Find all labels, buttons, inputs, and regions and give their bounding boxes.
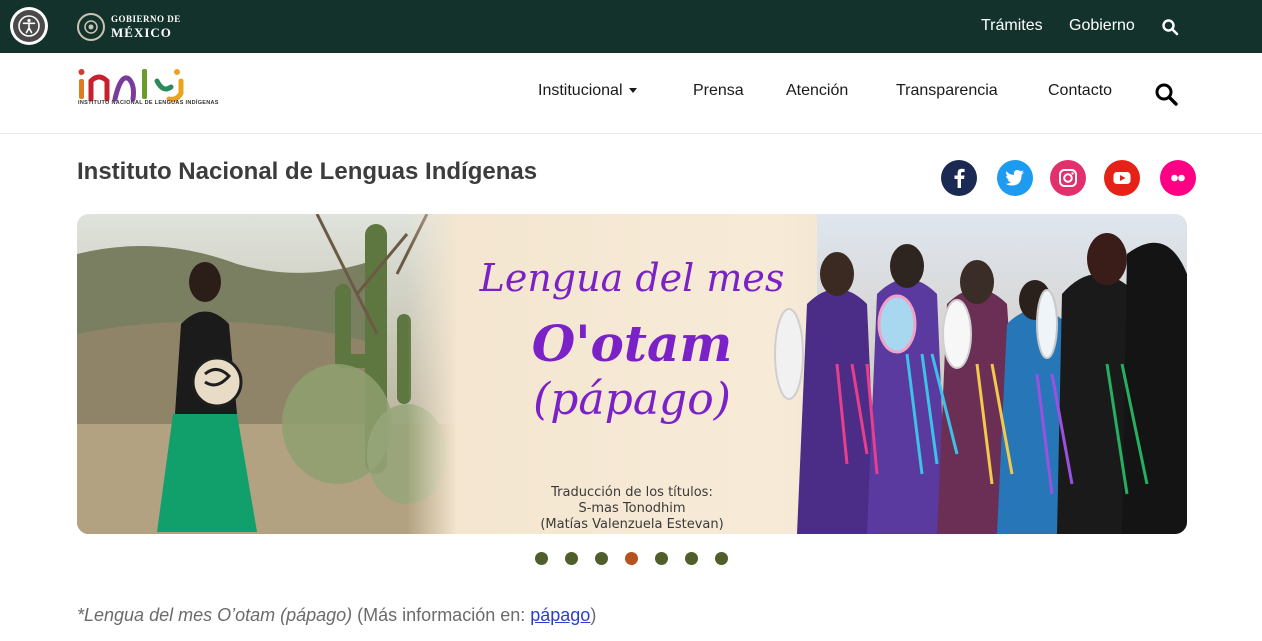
banner-credit-line3: (Matías Valenzuela Estevan) [540,517,724,532]
nav-prensa[interactable]: Prensa [693,82,744,100]
gobierno-link[interactable]: Gobierno [1069,17,1135,35]
carousel-dot[interactable] [625,552,638,565]
caption-italic: *Lengua del mes O’otam (pápago) [77,605,353,625]
carousel-dot[interactable] [535,552,548,565]
nav-transparencia[interactable]: Transparencia [896,82,998,100]
banner-language: O'otam [531,314,733,373]
carousel-dot[interactable] [715,552,728,565]
caret-down-icon [628,88,637,94]
caption-prefix: (Más información en: [352,605,531,625]
carousel-indicators [535,552,728,565]
banner-heading: Lengua del mes [479,256,785,300]
accessibility-icon [13,10,45,42]
government-top-bar: GOBIERNO DE MÉXICO Trámites Gobierno [0,0,1262,53]
search-icon[interactable] [1161,18,1179,41]
instagram-icon[interactable] [1050,160,1086,196]
gobierno-mexico-logo[interactable]: GOBIERNO DE MÉXICO [77,13,181,41]
inali-subtitle: INSTITUTO NACIONAL DE LENGUAS INDÍGENAS [78,100,219,106]
banner-caption: *Lengua del mes O’otam (pápago) (Más inf… [77,605,596,626]
accessibility-button[interactable] [10,7,48,45]
tramites-link[interactable]: Trámites [981,17,1043,35]
carousel-dot[interactable] [595,552,608,565]
logo-line2: MÉXICO [111,25,172,40]
banner-subtitle: (pápago) [533,374,731,425]
facebook-icon[interactable] [941,160,977,196]
youtube-icon[interactable] [1104,160,1140,196]
caption-suffix: ) [590,605,597,625]
national-seal-icon [77,13,105,41]
banner-credit-line1: Traducción de los títulos: [551,485,713,500]
twitter-icon[interactable] [997,160,1033,196]
nav-institucional-label: Institucional [538,82,623,99]
hero-banner[interactable]: Lengua del mes O'otam (pápago) Traducció… [77,214,1187,534]
carousel-dot[interactable] [565,552,578,565]
search-icon[interactable] [1154,82,1178,111]
banner-credit-line2: S-mas Tonodhim [578,501,686,516]
page-title: Instituto Nacional de Lenguas Indígenas [77,158,538,185]
logo-line1: GOBIERNO DE [111,14,181,24]
nav-atencion[interactable]: Atención [786,82,848,100]
flickr-icon[interactable] [1160,160,1196,196]
main-navbar: INSTITUTO NACIONAL DE LENGUAS INDÍGENAS … [0,53,1262,134]
papago-link[interactable]: pápago [530,605,590,625]
carousel-dot[interactable] [685,552,698,565]
carousel-dot[interactable] [655,552,668,565]
nav-contacto[interactable]: Contacto [1048,82,1112,100]
nav-institucional[interactable]: Institucional [538,82,637,100]
